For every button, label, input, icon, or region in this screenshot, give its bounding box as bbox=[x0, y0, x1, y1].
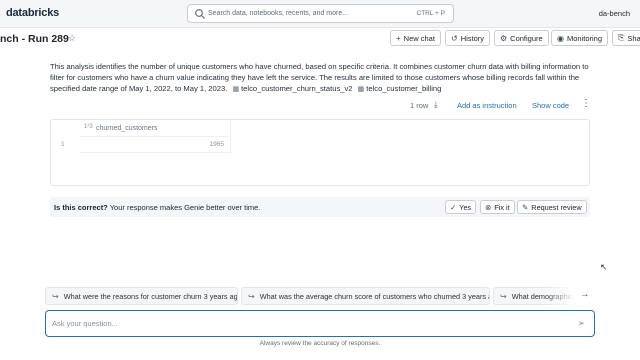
monitoring-button[interactable]: ◉ Monitoring bbox=[551, 30, 609, 46]
title-row: nch - Run 289 ☆ + New chat ↺ History ⚙ C… bbox=[0, 29, 640, 49]
configure-button[interactable]: ⚙ Configure bbox=[494, 30, 549, 46]
plus-icon: + bbox=[396, 33, 401, 43]
new-chat-button[interactable]: + New chat bbox=[390, 30, 441, 46]
history-label: History bbox=[460, 33, 485, 43]
user-menu[interactable]: da-bench bbox=[599, 9, 630, 18]
suggestion-label: What were the reasons for customer churn… bbox=[63, 291, 238, 301]
configure-label: Configure bbox=[510, 33, 543, 43]
table-icon: ▦ bbox=[232, 86, 240, 94]
share-button[interactable]: ⎘ Sha bbox=[612, 30, 640, 46]
history-icon: ↺ bbox=[451, 33, 458, 43]
kebab-menu-icon[interactable]: ⋮ bbox=[581, 98, 591, 109]
databricks-logo[interactable]: databricks bbox=[6, 7, 59, 19]
history-button[interactable]: ↺ History bbox=[445, 30, 491, 46]
feedback-question: Is this correct? bbox=[54, 203, 108, 212]
add-as-instruction-link[interactable]: Add as instruction bbox=[457, 101, 517, 110]
feedback-bar: Is this correct? Your response makes Gen… bbox=[50, 197, 590, 217]
eye-icon: ◉ bbox=[557, 33, 564, 43]
request-review-label: Request review bbox=[531, 202, 582, 212]
feedback-note: Your response makes Genie better over ti… bbox=[109, 203, 261, 212]
yes-label: Yes bbox=[459, 202, 472, 212]
search-shortcut: CTRL + P bbox=[416, 10, 445, 17]
request-review-button[interactable]: ✎ Request review bbox=[517, 200, 587, 214]
arrow-right-icon[interactable]: → bbox=[580, 289, 590, 300]
search-placeholder: Search data, notebooks, recents, and mor… bbox=[208, 10, 349, 17]
suggestion-label: What was the average churn score of cust… bbox=[259, 291, 490, 301]
top-bar: databricks Search data, notebooks, recen… bbox=[0, 0, 640, 28]
table-icon: ▦ bbox=[357, 86, 365, 94]
global-search-box[interactable]: Search data, notebooks, recents, and mor… bbox=[187, 4, 454, 23]
page-title: nch - Run 289 bbox=[0, 33, 69, 45]
check-circle-icon: ✓ bbox=[450, 202, 457, 212]
reply-arrow-icon: ↪ bbox=[500, 291, 507, 301]
comment-icon: ✎ bbox=[522, 202, 529, 212]
feedback-prompt: Is this correct? Your response makes Gen… bbox=[54, 203, 260, 212]
table-chip-churn-status[interactable]: ▦ telco_customer_churn_status_v2 bbox=[232, 83, 352, 95]
column-header-label: churned_customers bbox=[96, 125, 158, 132]
answer-description: This analysis identifies the number of u… bbox=[50, 61, 590, 96]
reply-arrow-icon: ↪ bbox=[52, 291, 59, 301]
fix-it-button[interactable]: ⊗ Fix it bbox=[480, 200, 515, 214]
column-header[interactable]: 1²3 churned_customers bbox=[79, 120, 231, 137]
mouse-cursor-icon: ↖ bbox=[600, 262, 608, 272]
suggestion-chip[interactable]: ↪ What was the average churn score of cu… bbox=[241, 287, 490, 305]
monitoring-label: Monitoring bbox=[566, 33, 603, 43]
accuracy-disclaimer: Always review the accuracy of responses. bbox=[259, 340, 381, 347]
search-icon bbox=[195, 9, 205, 19]
row-number: 1 bbox=[61, 141, 65, 148]
ask-question-input[interactable] bbox=[52, 316, 562, 331]
gear-icon: ⚙ bbox=[500, 33, 508, 43]
ask-question-box[interactable]: ➢ bbox=[45, 310, 595, 337]
row-count: 1 row bbox=[410, 101, 429, 110]
share-icon: ⎘ bbox=[618, 33, 625, 42]
share-label: Sha bbox=[627, 33, 640, 43]
table-cell[interactable]: 1965 bbox=[79, 137, 231, 153]
show-code-link[interactable]: Show code bbox=[532, 101, 569, 110]
x-circle-icon: ⊗ bbox=[485, 202, 492, 212]
download-icon[interactable]: ⤓ bbox=[434, 99, 438, 110]
yes-button[interactable]: ✓ Yes bbox=[445, 200, 477, 214]
numeric-type-icon: 1²3 bbox=[84, 124, 93, 130]
fix-it-label: Fix it bbox=[494, 202, 510, 212]
star-icon[interactable]: ☆ bbox=[68, 33, 76, 44]
suggestion-chip[interactable]: ↪ What were the reasons for customer chu… bbox=[45, 287, 238, 305]
cell-value: 1965 bbox=[209, 141, 224, 148]
table-chip-label: telco_customer_billing bbox=[366, 84, 442, 94]
new-chat-label: New chat bbox=[403, 33, 435, 43]
reply-arrow-icon: ↪ bbox=[248, 291, 255, 301]
suggestion-fade bbox=[545, 287, 575, 305]
send-icon[interactable]: ➢ bbox=[577, 318, 585, 329]
result-table: 1²3 churned_customers 1 1965 bbox=[50, 119, 590, 186]
table-chip-billing[interactable]: ▦ telco_customer_billing bbox=[358, 83, 442, 95]
table-chip-label: telco_customer_churn_status_v2 bbox=[241, 84, 353, 94]
